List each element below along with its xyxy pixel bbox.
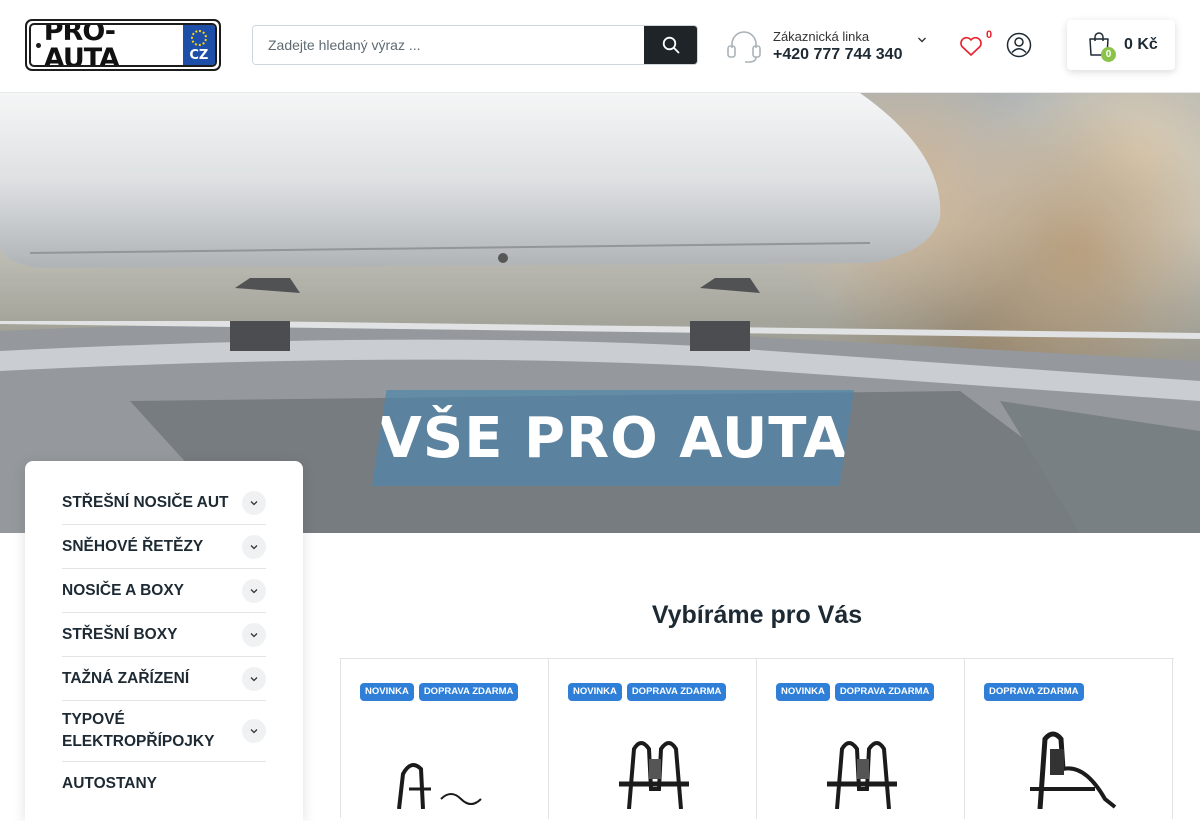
logo-text: PRO-AUTA [43, 23, 120, 67]
cart-total: 0 Kč [1124, 36, 1158, 53]
free-shipping-badge: DOPRAVA ZDARMA [984, 683, 1084, 701]
hero-banner-label: VŠE PRO AUTA [372, 390, 854, 486]
category-item[interactable]: AUTOSTANY [62, 762, 266, 806]
category-label[interactable]: TAŽNÁ ZAŘÍZENÍ [62, 668, 189, 690]
product-card[interactable]: NOVINKA DOPRAVA ZDARMA [341, 659, 549, 819]
wishlist-count: 0 [986, 29, 993, 41]
chevron-down-icon[interactable] [242, 578, 266, 603]
bike-carrier-image [619, 741, 689, 809]
category-label[interactable]: STŘEŠNÍ NOSIČE AUT [62, 492, 229, 514]
free-shipping-badge: DOPRAVA ZDARMA [626, 683, 727, 701]
category-item[interactable]: STŘEŠNÍ BOXY [62, 613, 266, 657]
bike-carrier-image [1030, 731, 1117, 809]
chevron-down-icon[interactable] [242, 622, 266, 647]
new-badge: NOVINKA [360, 683, 414, 701]
category-item[interactable]: TYPOVÉ ELEKTROPŘÍPOJKY [62, 701, 266, 762]
customer-hotline[interactable]: Zákaznická linka +420 777 744 340 [725, 25, 935, 67]
search-icon [662, 36, 679, 54]
category-label[interactable]: NOSIČE A BOXY [62, 580, 184, 602]
category-item[interactable]: STŘEŠNÍ NOSIČE AUT [62, 481, 266, 525]
chevron-down-icon[interactable] [917, 35, 927, 45]
category-item[interactable]: TAŽNÁ ZAŘÍZENÍ [62, 657, 266, 701]
search-bar [252, 25, 698, 65]
account-button[interactable] [1005, 31, 1033, 59]
chevron-down-icon[interactable] [242, 534, 266, 559]
site-header: PRO-AUTA CZ Zákaznická linka +420 777 74… [0, 0, 1200, 93]
chevron-down-icon[interactable] [242, 719, 266, 743]
category-item[interactable]: NOSIČE A BOXY [62, 569, 266, 613]
product-card[interactable]: NOVINKA DOPRAVA ZDARMA [757, 659, 965, 819]
user-icon [1006, 32, 1032, 58]
category-label[interactable]: STŘEŠNÍ BOXY [62, 624, 177, 646]
new-badge: NOVINKA [776, 683, 830, 701]
free-shipping-badge: DOPRAVA ZDARMA [834, 683, 935, 701]
free-shipping-badge: DOPRAVA ZDARMA [418, 683, 519, 701]
cart-count-badge: 0 [1101, 47, 1116, 62]
hero-title: VŠE PRO AUTA [378, 405, 848, 471]
bike-carrier-image [397, 763, 482, 809]
chevron-down-icon[interactable] [242, 666, 266, 691]
product-card[interactable]: DOPRAVA ZDARMA [965, 659, 1173, 819]
eu-stars-icon [190, 30, 207, 46]
search-input[interactable] [253, 26, 644, 64]
product-card[interactable]: NOVINKA DOPRAVA ZDARMA [549, 659, 757, 819]
category-label[interactable]: TYPOVÉ ELEKTROPŘÍPOJKY [62, 709, 214, 753]
logo-country-plate: CZ [182, 25, 215, 65]
category-item[interactable]: SNĚHOVÉ ŘETĚZY [62, 525, 266, 569]
bike-carrier-image [827, 741, 897, 809]
chevron-down-icon[interactable] [242, 490, 266, 515]
search-button[interactable] [644, 26, 697, 64]
section-title: Vybíráme pro Vás [651, 601, 863, 629]
headset-icon [727, 31, 761, 63]
cart-button[interactable]: 0 0 Kč [1067, 20, 1175, 70]
hotline-phone[interactable]: +420 777 744 340 [773, 46, 902, 64]
new-badge: NOVINKA [568, 683, 622, 701]
category-label[interactable]: AUTOSTANY [62, 773, 157, 795]
hotline-label: Zákaznická linka [773, 28, 870, 44]
wishlist-button[interactable]: 0 [958, 29, 998, 61]
category-label[interactable]: SNĚHOVÉ ŘETĚZY [62, 536, 203, 558]
category-sidebar: STŘEŠNÍ NOSIČE AUT SNĚHOVÉ ŘETĚZY NOSIČE… [25, 461, 303, 821]
product-grid: NOVINKA DOPRAVA ZDARMA NOVINKA DOPRAVA Z… [340, 658, 1174, 819]
heart-icon [960, 36, 982, 56]
site-logo[interactable]: PRO-AUTA CZ [25, 19, 221, 71]
